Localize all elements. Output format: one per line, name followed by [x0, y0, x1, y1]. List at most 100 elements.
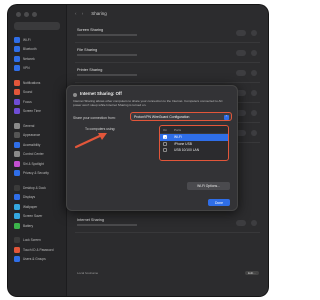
- sidebar: Wi-Fi Bluetooth Network VPN Notifications Sou…: [8, 5, 67, 296]
- info-icon[interactable]: [251, 110, 257, 116]
- sidebar-item-label: Appearance: [23, 133, 41, 138]
- settings-category-icon: [14, 122, 20, 129]
- settings-category-icon: [14, 65, 20, 72]
- settings-category-icon: [14, 141, 20, 148]
- sidebar-item[interactable]: Control Center: [8, 150, 66, 160]
- sidebar-item[interactable]: Siri & Spotlight: [8, 159, 66, 169]
- port-checkbox[interactable]: [163, 135, 167, 140]
- sidebar-item[interactable]: Desktop & Dock: [8, 183, 66, 193]
- done-button[interactable]: Done: [208, 199, 230, 206]
- info-icon[interactable]: [251, 50, 257, 56]
- sidebar-item[interactable]: General: [8, 121, 66, 131]
- sidebar-item[interactable]: Battery: [8, 221, 66, 231]
- sidebar-item[interactable]: Network: [8, 54, 66, 64]
- dialog-title: Internet Sharing: Off: [80, 91, 122, 96]
- sidebar-item-label: Siri & Spotlight: [23, 161, 44, 166]
- sidebar-item[interactable]: Screen Time: [8, 107, 66, 117]
- settings-category-icon: [14, 170, 20, 177]
- service-toggle[interactable]: [236, 70, 246, 76]
- sharing-service-row: Screen Sharing: [75, 25, 260, 43]
- settings-category-icon: [14, 237, 20, 244]
- info-icon[interactable]: [251, 30, 257, 36]
- sharing-service-row: Internet Sharing: [75, 215, 260, 233]
- settings-category-icon: [14, 222, 20, 229]
- edit-hostname-button[interactable]: Edit...: [245, 271, 259, 275]
- sidebar-item-label: Bluetooth: [23, 47, 37, 52]
- sidebar-item[interactable]: Sound: [8, 88, 66, 98]
- settings-category-icon: [14, 160, 20, 167]
- sidebar-item[interactable]: Wallpaper: [8, 202, 66, 212]
- sidebar-item[interactable]: Users & Groups: [8, 255, 66, 265]
- sidebar-item-label: Displays: [23, 195, 36, 200]
- share-from-select[interactable]: ProtonVPN WireGuard Configuration ⌃: [130, 112, 232, 121]
- share-from-value: ProtonVPN WireGuard Configuration: [134, 114, 190, 119]
- sidebar-item-label: Privacy & Security: [23, 171, 49, 176]
- sharing-service-row: Printer Sharing: [75, 65, 260, 83]
- ports-list: On Ports Wi-Fi iPhone USB USB 10/100 LAN: [159, 125, 229, 161]
- minimize-window-button[interactable]: [24, 12, 29, 17]
- back-forward-icon[interactable]: ‹ ›: [75, 11, 85, 16]
- sidebar-item[interactable]: VPN: [8, 64, 66, 74]
- settings-category-icon: [14, 203, 20, 210]
- service-toggle[interactable]: [236, 50, 246, 56]
- port-name: iPhone USB: [174, 141, 192, 146]
- service-title: Internet Sharing: [77, 218, 105, 222]
- service-subtitle-placeholder: [77, 54, 137, 56]
- sidebar-item-label: VPN: [23, 66, 30, 71]
- settings-category-icon: [14, 151, 20, 158]
- settings-category-icon: [14, 194, 20, 201]
- settings-category-icon: [14, 79, 20, 86]
- sidebar-item-label: Battery: [23, 223, 34, 228]
- port-checkbox[interactable]: [163, 141, 167, 146]
- sidebar-item[interactable]: Screen Saver: [8, 212, 66, 222]
- info-icon[interactable]: [251, 70, 257, 76]
- sidebar-item-label: Notifications: [23, 80, 41, 85]
- settings-category-icon: [14, 46, 20, 53]
- port-row-usb-lan[interactable]: USB 10/100 LAN: [160, 147, 228, 154]
- sidebar-item[interactable]: Accessibility: [8, 140, 66, 150]
- settings-category-icon: [14, 132, 20, 139]
- local-hostname-label: Local hostname: [77, 271, 99, 275]
- service-subtitle-placeholder: [77, 224, 137, 226]
- sidebar-item[interactable]: Lock Screen: [8, 236, 66, 246]
- sidebar-item[interactable]: Touch ID & Password: [8, 245, 66, 255]
- settings-category-icon: [14, 184, 20, 191]
- ports-list-header: On Ports: [160, 127, 228, 134]
- sidebar-item-label: Accessibility: [23, 142, 41, 147]
- ports-column-header: Ports: [174, 128, 182, 132]
- window-controls: [16, 12, 37, 17]
- sidebar-item[interactable]: Privacy & Security: [8, 169, 66, 179]
- port-checkbox[interactable]: [163, 148, 167, 153]
- sidebar-item[interactable]: Bluetooth: [8, 45, 66, 55]
- service-toggle[interactable]: [236, 220, 246, 226]
- info-icon[interactable]: [251, 130, 257, 136]
- sidebar-item-label: Control Center: [23, 152, 44, 157]
- sidebar-item[interactable]: Wi-Fi: [8, 35, 66, 45]
- service-title: Printer Sharing: [77, 68, 103, 72]
- settings-category-icon: [14, 36, 20, 43]
- info-icon[interactable]: [251, 90, 257, 96]
- sidebar-item[interactable]: Notifications: [8, 78, 66, 88]
- sidebar-item-label: Lock Screen: [23, 238, 41, 243]
- internet-sharing-status-icon: [73, 93, 77, 97]
- dialog-description: Internet Sharing allows other computers …: [73, 99, 223, 108]
- sidebar-item-label: Screen Time: [23, 109, 41, 114]
- sidebar-item[interactable]: Displays: [8, 193, 66, 203]
- sidebar-search-input[interactable]: [14, 22, 60, 30]
- sidebar-item-label: Screen Saver: [23, 214, 43, 219]
- zoom-window-button[interactable]: [32, 12, 37, 17]
- sidebar-item-label: General: [23, 123, 35, 128]
- sidebar-item[interactable]: Appearance: [8, 131, 66, 141]
- wifi-options-button[interactable]: Wi-Fi Options...: [187, 182, 230, 190]
- service-subtitle-placeholder: [77, 34, 137, 36]
- info-icon[interactable]: [251, 220, 257, 226]
- settings-category-icon: [14, 108, 20, 115]
- service-subtitle-placeholder: [77, 74, 137, 76]
- sidebar-item[interactable]: Focus: [8, 97, 66, 107]
- close-window-button[interactable]: [16, 12, 21, 17]
- sharing-service-row: File Sharing: [75, 45, 260, 63]
- sidebar-item-label: Wi-Fi: [23, 37, 31, 42]
- page-title: Sharing: [91, 10, 107, 16]
- service-toggle[interactable]: [236, 30, 246, 36]
- on-column-header: On: [163, 128, 168, 132]
